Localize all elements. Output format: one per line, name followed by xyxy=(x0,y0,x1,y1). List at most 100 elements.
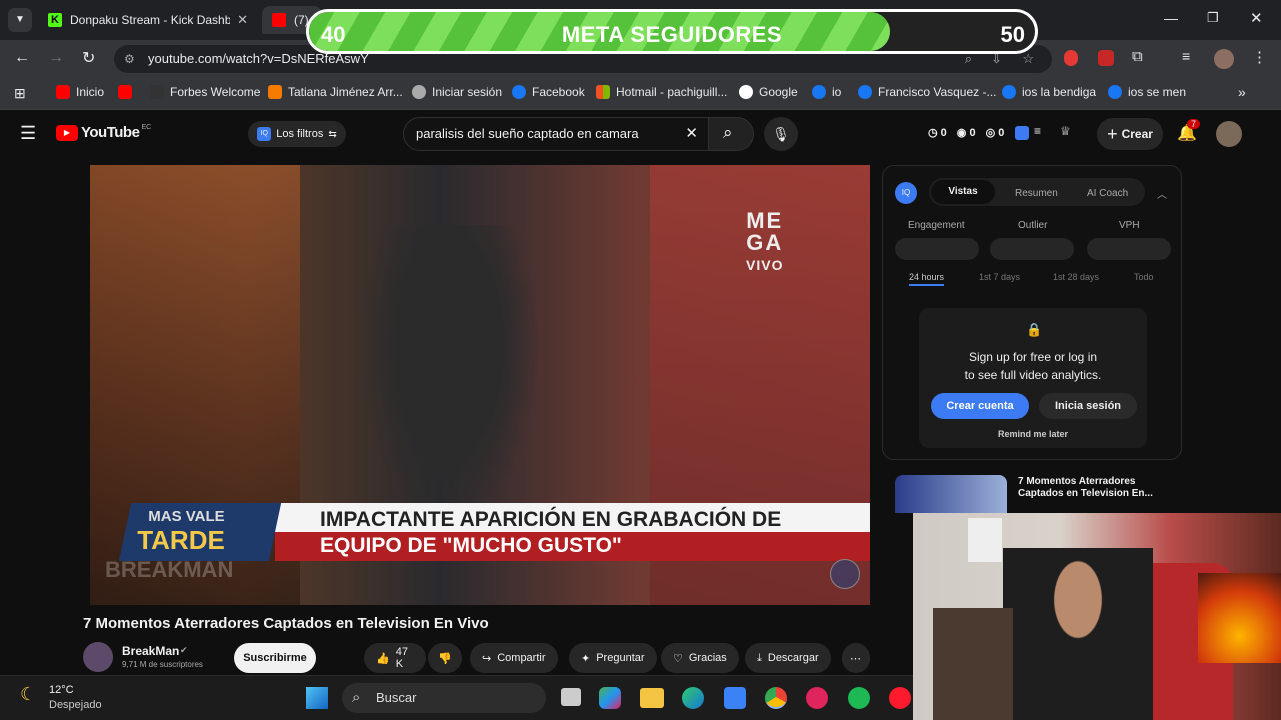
bookmark-facebook[interactable]: Facebook xyxy=(512,85,585,99)
extension-shield-icon[interactable] xyxy=(1064,50,1078,66)
subscribe-button[interactable]: Suscribirme xyxy=(234,643,316,673)
range-all[interactable]: Todo xyxy=(1134,272,1154,282)
taskbar-search[interactable]: ⌕ Buscar xyxy=(342,683,546,713)
recommended-title[interactable]: 7 Momentos Aterradores Captados en Telev… xyxy=(1018,476,1168,500)
bookmark-hotmail[interactable]: Hotmail - pachiguill... xyxy=(596,85,727,99)
extensions-icon[interactable]: ⧉ xyxy=(1132,48,1143,65)
bookmark-ios-la-bendiga[interactable]: ios la bendiga xyxy=(1002,85,1096,99)
weather-condition[interactable]: Despejado xyxy=(49,699,102,711)
chrome-icon[interactable] xyxy=(765,687,787,709)
video-player[interactable]: ME GA VIVO IMPACTANTE APARICIÓN EN GRABA… xyxy=(90,165,870,605)
opera-gx-icon[interactable] xyxy=(806,687,828,709)
hamburger-menu-icon[interactable]: ☰ xyxy=(20,123,36,144)
range-24h[interactable]: 24 hours xyxy=(909,272,945,286)
channel-name[interactable]: BreakMan xyxy=(122,644,179,658)
profile-avatar[interactable] xyxy=(1214,49,1234,69)
award-icon[interactable]: ♕ xyxy=(1060,124,1071,138)
search-input[interactable]: paralisis del sueño captado en camara ✕ xyxy=(403,117,709,151)
clear-search-icon[interactable]: ✕ xyxy=(685,118,698,150)
video-title: 7 Momentos Aterradores Captados en Telev… xyxy=(83,615,489,632)
youtube-logo[interactable]: ▶ YouTube EC xyxy=(56,124,151,141)
site-info-icon[interactable]: ⚙ xyxy=(124,45,135,73)
bookmark-google[interactable]: Google xyxy=(739,85,798,99)
dislike-button[interactable]: 👎 xyxy=(428,643,462,673)
extension-badge-icon[interactable] xyxy=(1098,50,1114,66)
signup-line-1: Sign up for free or log in xyxy=(968,350,1098,364)
recommended-thumbnail[interactable] xyxy=(895,475,1007,513)
opera-icon[interactable] xyxy=(889,687,911,709)
restore-icon[interactable]: ❐ xyxy=(1207,10,1219,26)
youtube-icon xyxy=(272,13,286,27)
bookmark-forbes[interactable]: Forbes Welcome xyxy=(150,85,260,99)
edge-icon[interactable] xyxy=(682,687,704,709)
bookmark-inicio[interactable]: Inicio xyxy=(56,85,104,99)
more-bookmarks-icon[interactable]: » xyxy=(1238,84,1246,100)
caption-box: IMPACTANTE APARICIÓN EN GRABACIÓN DE EQU… xyxy=(275,503,870,561)
forbes-icon xyxy=(150,85,164,99)
bookmark-ios-se-men[interactable]: ios se men xyxy=(1108,85,1186,99)
channel-avatar[interactable] xyxy=(83,642,113,672)
iq-icon: IQ xyxy=(257,127,272,141)
tab-resumen[interactable]: Resumen xyxy=(1015,188,1058,199)
tab-search-dropdown[interactable]: ▼ xyxy=(8,8,32,32)
range-7d[interactable]: 1st 7 days xyxy=(979,272,1020,282)
filters-button[interactable]: IQ Los filtros ⇆ xyxy=(248,121,346,147)
media-icon[interactable]: ≡ xyxy=(1182,48,1190,64)
metric-value-blurred xyxy=(895,238,979,260)
task-view-icon[interactable] xyxy=(561,688,581,706)
metric-engagement: Engagement xyxy=(908,220,965,231)
more-actions-button[interactable]: ⋯ xyxy=(842,643,870,673)
create-button[interactable]: + Crear xyxy=(1097,118,1163,150)
vidiq-icon[interactable] xyxy=(1015,126,1029,140)
menu-icon[interactable]: ⋮ xyxy=(1252,48,1267,66)
store-icon[interactable] xyxy=(724,687,746,709)
news-lower-third: IMPACTANTE APARICIÓN EN GRABACIÓN DE EQU… xyxy=(118,503,870,565)
bookmark-io[interactable]: io xyxy=(812,85,841,99)
apps-icon[interactable]: ⊞ xyxy=(14,85,26,102)
voice-search-button[interactable]: 🎙 xyxy=(764,117,798,151)
create-account-button[interactable]: Crear cuenta xyxy=(931,393,1029,419)
share-button[interactable]: ↪ Compartir xyxy=(470,643,558,673)
bookmark-francisco[interactable]: Francisco Vasquez -... xyxy=(858,85,997,99)
thanks-button[interactable]: ♡ Gracias xyxy=(661,643,739,673)
webcam-person xyxy=(1003,548,1153,720)
verified-icon: ✔ xyxy=(180,645,188,655)
plus-icon: + xyxy=(1107,123,1118,144)
windows-taskbar: ☾ 12°C Despejado ⌕ Buscar xyxy=(0,675,913,720)
file-explorer-icon[interactable] xyxy=(640,688,664,708)
list-icon[interactable]: ≡ xyxy=(1034,124,1041,138)
subscriber-count: 9,71 M de suscriptores xyxy=(122,660,203,669)
tab-kick-dashboard[interactable]: K Donpaku Stream - Kick Dashboard ✕ xyxy=(38,6,258,34)
bookmark-tatiana[interactable]: Tatiana Jiménez Arr... xyxy=(268,85,403,99)
reload-icon[interactable]: ↻ xyxy=(82,48,95,68)
like-button[interactable]: 👍 47 K xyxy=(364,643,426,673)
spotify-icon[interactable] xyxy=(848,687,870,709)
back-icon[interactable]: ← xyxy=(14,49,30,67)
more-icon: ⋯ xyxy=(850,652,861,665)
vidiq-logo-icon: IQ xyxy=(895,182,917,204)
tab-vistas[interactable]: Vistas xyxy=(931,180,995,204)
sliders-icon: ⇆ xyxy=(328,128,337,140)
weather-temperature[interactable]: 12°C xyxy=(49,684,74,696)
bookmark-iniciar-sesion[interactable]: Iniciar sesión xyxy=(412,85,502,99)
minimize-icon[interactable]: — xyxy=(1164,10,1178,26)
close-window-icon[interactable]: ✕ xyxy=(1250,9,1263,27)
login-button[interactable]: Inicia sesión xyxy=(1039,393,1137,419)
range-28d[interactable]: 1st 28 days xyxy=(1053,272,1099,282)
bookmark-youtube[interactable] xyxy=(118,85,138,99)
search-button[interactable]: ⌕ xyxy=(708,117,754,151)
webcam-poster xyxy=(968,518,1002,562)
download-button[interactable]: ⤓ Descargar xyxy=(745,643,831,673)
close-icon[interactable]: ✕ xyxy=(237,12,248,28)
ask-button[interactable]: ✦ Preguntar xyxy=(569,643,657,673)
collapse-icon[interactable]: ︿ xyxy=(1157,186,1167,201)
windows-start-icon[interactable] xyxy=(306,687,328,709)
copilot-icon[interactable] xyxy=(599,687,621,709)
share-icon: ↪ xyxy=(482,652,492,665)
channel-watermark-icon[interactable] xyxy=(830,559,860,589)
notifications-button[interactable]: 🔔 7 xyxy=(1177,119,1201,143)
tab-ai-coach[interactable]: AI Coach xyxy=(1087,188,1128,199)
avatar[interactable] xyxy=(1216,121,1242,147)
remind-later-link[interactable]: Remind me later xyxy=(919,429,1147,439)
forward-icon[interactable]: → xyxy=(48,49,64,67)
